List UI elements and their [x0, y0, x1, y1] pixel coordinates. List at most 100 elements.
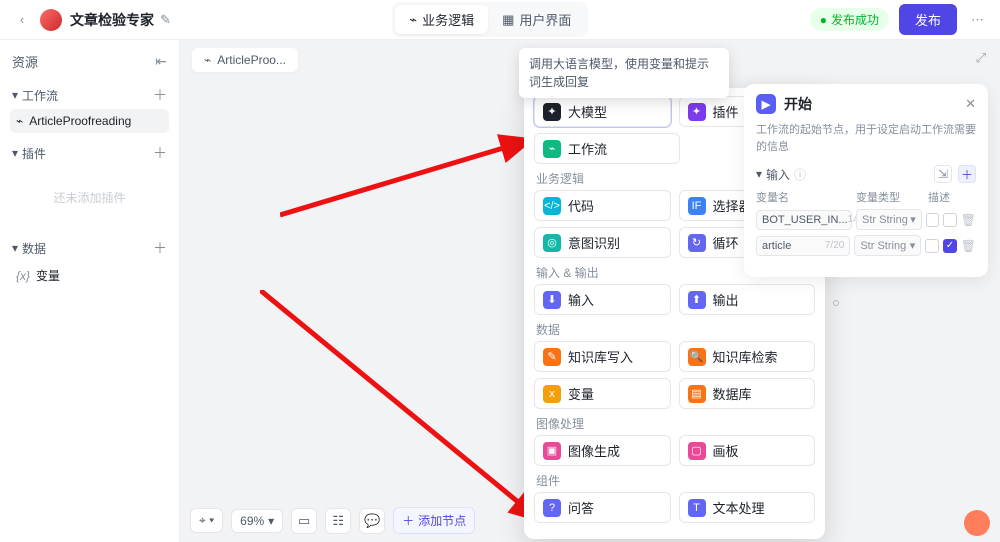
chevron-down-icon: ▾ [12, 88, 18, 102]
canvas[interactable]: ⌁ ArticleProo... ⤢ 调用大语言模型，使用变量和提示词生成回复 … [180, 40, 1000, 542]
kb-write-icon: ✎ [543, 348, 561, 366]
image-gen-icon: ▣ [543, 442, 561, 460]
variable-name-input[interactable]: article7/20 [756, 236, 850, 256]
node-option-text[interactable]: T文本处理 [679, 492, 816, 523]
variable-row: BOT_USER_IN...14/20 Str String▾ 🗑 [756, 209, 976, 230]
node-option-workflow[interactable]: ⌁工作流 [534, 133, 680, 164]
chevron-down-icon: ▾ [910, 213, 916, 226]
node-option-kb-search[interactable]: 🔍知识库检索 [679, 341, 816, 372]
node-inspector-panel: ▶ 开始 ✕ 工作流的起始节点，用于设定启动工作流需要的信息 ▾输入ⓘ ⇲ ＋ … [744, 84, 988, 277]
col-type-header: 变量类型 [856, 189, 928, 205]
text-icon: T [688, 499, 706, 517]
layout-button[interactable]: ☷ [325, 508, 351, 534]
help-avatar[interactable] [964, 510, 990, 536]
import-variables-button[interactable]: ⇲ [934, 165, 952, 183]
more-menu-icon[interactable]: ⋯ [967, 12, 988, 28]
publish-button[interactable]: 发布 [899, 4, 957, 35]
add-data-icon[interactable]: ＋ [153, 238, 167, 258]
node-option-qa[interactable]: ?问答 [534, 492, 671, 523]
sidebar: 资源 ⇤ ▾工作流 ＋ ⌁ ArticleProofreading ▾插件 ＋ … [0, 40, 180, 542]
variable-type-select[interactable]: Str String▾ [856, 209, 922, 230]
delete-variable-icon[interactable]: 🗑 [961, 213, 976, 227]
view-tabs: ⌁ 业务逻辑 ▦ 用户界面 [392, 2, 588, 37]
kb-search-icon: 🔍 [688, 348, 706, 366]
add-variable-button[interactable]: ＋ [958, 165, 976, 183]
tab-business-logic[interactable]: ⌁ 业务逻辑 [395, 5, 488, 34]
node-option-variable[interactable]: x变量 [534, 378, 671, 409]
output-icon: ⬆ [688, 291, 706, 309]
sidebar-section-data[interactable]: ▾数据 ＋ [10, 234, 169, 262]
node-option-intent[interactable]: ◎意图识别 [534, 227, 671, 258]
node-option-input[interactable]: ⬇输入 [534, 284, 671, 315]
llm-icon: ✦ [543, 103, 561, 121]
node-option-llm[interactable]: ✦大模型 [534, 96, 671, 127]
fit-view-button[interactable]: ▭ [291, 508, 317, 534]
annotation-arrow-2 [260, 290, 550, 530]
variable-visible-checkbox[interactable]: ✓ [943, 239, 957, 253]
workflow-icon: ⌁ [409, 12, 417, 28]
code-icon: </> [543, 197, 561, 215]
node-option-kb-write[interactable]: ✎知识库写入 [534, 341, 671, 372]
selector-icon: IF [688, 197, 706, 215]
workflow-item-icon: ⌁ [16, 114, 23, 128]
variable-name-input[interactable]: BOT_USER_IN...14/20 [756, 210, 852, 230]
intent-icon: ◎ [543, 234, 561, 252]
col-name-header: 变量名 [756, 189, 856, 205]
node-category-data: 数据 [536, 321, 815, 338]
input-icon: ⬇ [543, 291, 561, 309]
workflow-icon: ⌁ [204, 53, 211, 67]
tab-user-interface[interactable]: ▦ 用户界面 [488, 5, 585, 34]
close-inspector-icon[interactable]: ✕ [965, 96, 976, 112]
variable-type-select[interactable]: Str String▾ [854, 235, 921, 256]
plugins-empty-state: 还未添加插件 [10, 167, 169, 228]
app-title: 文章检验专家 [70, 10, 154, 30]
node-category-image: 图像处理 [536, 415, 815, 432]
col-desc-header: 描述 [928, 189, 950, 205]
database-icon: ▤ [688, 385, 706, 403]
variable-visible-checkbox[interactable] [943, 213, 957, 227]
delete-variable-icon[interactable]: 🗑 [961, 239, 976, 253]
publish-status-badge: ● 发布成功 [810, 8, 889, 31]
sidebar-item-variable[interactable]: {x} 变量 [10, 262, 169, 289]
node-option-image-gen[interactable]: ▣图像生成 [534, 435, 671, 466]
canvas-toolbar: ⌖ ▾ 69% ▾ ▭ ☷ 💬 ＋添加节点 [190, 507, 475, 534]
add-node-button[interactable]: ＋添加节点 [393, 507, 475, 534]
canvas-icon: ▢ [688, 442, 706, 460]
back-button[interactable]: ‹ [12, 10, 32, 30]
inspector-title: 开始 [784, 94, 812, 114]
cursor-mode-button[interactable]: ⌖ ▾ [190, 508, 223, 533]
sidebar-section-plugins[interactable]: ▾插件 ＋ [10, 139, 169, 167]
node-option-canvas[interactable]: ▢画板 [679, 435, 816, 466]
variable-icon: {x} [16, 269, 30, 283]
info-icon[interactable]: ⓘ [794, 166, 806, 183]
app-avatar-icon [40, 9, 62, 31]
node-option-database[interactable]: ▤数据库 [679, 378, 816, 409]
add-workflow-icon[interactable]: ＋ [153, 85, 167, 105]
comment-button[interactable]: 💬 [359, 508, 385, 534]
start-node-icon: ▶ [756, 94, 776, 114]
ui-icon: ▦ [502, 12, 514, 28]
node-tooltip: 调用大语言模型，使用变量和提示词生成回复 [519, 48, 729, 98]
success-dot-icon: ● [820, 13, 827, 27]
chevron-down-icon: ▾ [12, 146, 18, 160]
edit-icon[interactable]: ✎ [160, 12, 171, 28]
plugin-icon: ✦ [688, 103, 706, 121]
sidebar-section-workflow[interactable]: ▾工作流 ＋ [10, 81, 169, 109]
expand-icon[interactable]: ⤢ [976, 50, 986, 66]
node-option-output[interactable]: ⬆输出 [679, 284, 816, 315]
workflow-node-icon: ⌁ [543, 140, 561, 158]
collapse-sidebar-icon[interactable]: ⇤ [155, 53, 167, 70]
node-option-code[interactable]: </>代码 [534, 190, 671, 221]
inspector-description: 工作流的起始节点，用于设定启动工作流需要的信息 [756, 122, 976, 155]
variable-required-checkbox[interactable] [926, 213, 940, 227]
node-port[interactable] [833, 300, 839, 306]
annotation-arrow-1 [280, 130, 540, 220]
canvas-tab[interactable]: ⌁ ArticleProo... [192, 48, 298, 72]
sidebar-item-workflow[interactable]: ⌁ ArticleProofreading [10, 109, 169, 133]
zoom-dropdown[interactable]: 69% ▾ [231, 509, 283, 533]
add-plugin-icon[interactable]: ＋ [153, 143, 167, 163]
sidebar-resources-label: 资源 [12, 52, 38, 71]
loop-icon: ↻ [688, 234, 706, 252]
chevron-down-icon: ▾ [756, 167, 762, 181]
variable-required-checkbox[interactable] [925, 239, 939, 253]
